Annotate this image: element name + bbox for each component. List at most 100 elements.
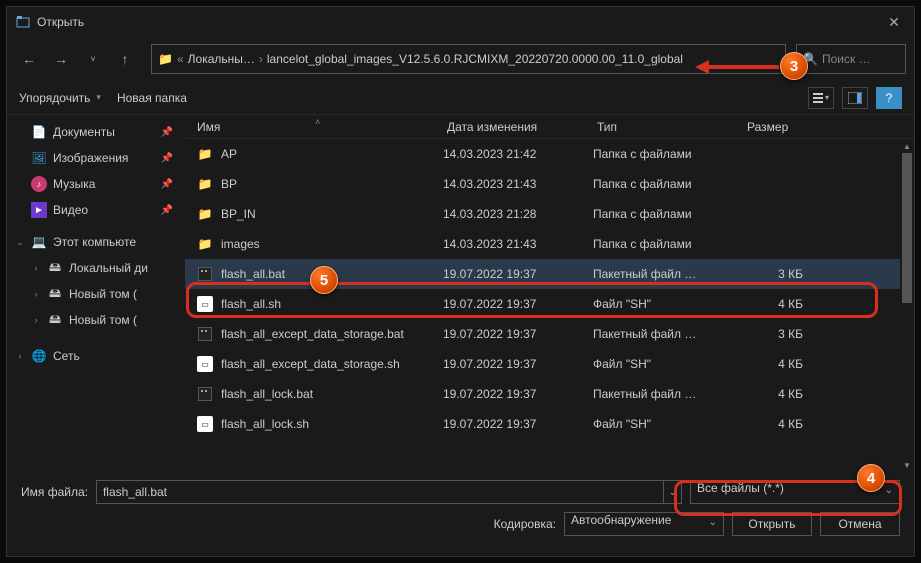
document-icon: 📄 <box>31 124 47 140</box>
folder-icon: 📁 <box>197 176 213 192</box>
encoding-select[interactable]: Автообнаружение ⌄ <box>564 512 724 536</box>
file-row[interactable]: 📁 AP14.03.2023 21:42Папка с файлами <box>185 139 914 169</box>
bottom-bar: Имя файла: ⌄ Все файлы (*.*) ⌄ Кодировка… <box>7 472 914 556</box>
close-button[interactable]: ✕ <box>874 7 914 37</box>
filename-dropdown[interactable]: ⌄ <box>664 480 682 504</box>
titlebar: Открыть ✕ <box>7 7 914 37</box>
filename-label: Имя файла: <box>21 485 88 499</box>
scrollbar-thumb[interactable] <box>902 153 912 303</box>
chevron-down-icon: ⌄ <box>709 517 717 528</box>
breadcrumb-part1[interactable]: Локальны… <box>188 52 255 66</box>
sidebar-item-localdrive[interactable]: ›🖴Локальный ди <box>7 255 185 281</box>
sidebar-item-newvol2[interactable]: ›🖴Новый том ( <box>7 307 185 333</box>
file-type: Файл "SH" <box>593 357 743 371</box>
filename-input[interactable] <box>96 480 664 504</box>
open-button[interactable]: Открыть <box>732 512 812 536</box>
file-date: 14.03.2023 21:42 <box>443 147 593 161</box>
file-row[interactable]: 📁images14.03.2023 21:43Папка с файлами <box>185 229 914 259</box>
sh-file-icon: ▭ <box>197 416 213 432</box>
file-row[interactable]: flash_all.bat19.07.2022 19:37Пакетный фа… <box>185 259 914 289</box>
col-type[interactable]: Тип <box>585 120 735 134</box>
preview-pane-button[interactable] <box>842 87 868 109</box>
bat-file-icon <box>197 266 213 282</box>
new-folder-button[interactable]: Новая папка <box>117 91 187 105</box>
sidebar-item-images[interactable]: 🖼Изображения📌 <box>7 145 185 171</box>
organize-menu[interactable]: Упорядочить <box>19 91 90 105</box>
file-date: 14.03.2023 21:28 <box>443 207 593 221</box>
col-size[interactable]: Размер <box>735 120 815 134</box>
back-button[interactable]: ← <box>15 45 43 73</box>
pin-icon: 📌 <box>161 153 173 164</box>
up-button[interactable]: ↑ <box>111 45 139 73</box>
cancel-button[interactable]: Отмена <box>820 512 900 536</box>
file-row[interactable]: 📁BP_IN14.03.2023 21:28Папка с файлами <box>185 199 914 229</box>
file-date: 14.03.2023 21:43 <box>443 177 593 191</box>
sh-file-icon: ▭ <box>197 356 213 372</box>
vertical-scrollbar[interactable]: ▲ ▼ <box>900 139 914 472</box>
file-row[interactable]: ▭flash_all_lock.sh19.07.2022 19:37Файл "… <box>185 409 914 439</box>
view-menu[interactable]: ▾ <box>808 87 834 109</box>
pin-icon: 📌 <box>161 179 173 190</box>
app-icon <box>15 14 31 30</box>
file-date: 19.07.2022 19:37 <box>443 357 593 371</box>
file-row[interactable]: ▭flash_all.sh19.07.2022 19:37Файл "SH"4 … <box>185 289 914 319</box>
folder-icon: 📁 <box>158 52 173 66</box>
file-row[interactable]: ▭ flash_all_except_data_storage.sh19.07.2… <box>185 349 914 379</box>
sidebar-item-newvol1[interactable]: ›🖴Новый том ( <box>7 281 185 307</box>
col-name[interactable]: Имя <box>185 120 435 134</box>
file-size: 3 КБ <box>743 327 813 341</box>
file-name: flash_all_except_data_storage.sh <box>221 357 443 371</box>
file-date: 14.03.2023 21:43 <box>443 237 593 251</box>
folder-icon: 📁 <box>197 206 213 222</box>
file-name: flash_all_lock.bat <box>221 387 443 401</box>
scroll-down-arrow[interactable]: ▼ <box>900 458 914 472</box>
recent-dropdown[interactable]: ˅ <box>79 45 107 73</box>
sidebar-item-thispc[interactable]: ⌄💻Этот компьюте <box>7 229 185 255</box>
drive-icon: 🖴 <box>47 312 63 328</box>
music-icon: ♪ <box>31 176 47 192</box>
file-date: 19.07.2022 19:37 <box>443 417 593 431</box>
video-icon: ► <box>31 202 47 218</box>
file-row[interactable]: flash_all_lock.bat19.07.2022 19:37Пакетн… <box>185 379 914 409</box>
col-date[interactable]: Дата изменения <box>435 120 585 134</box>
folder-icon: 📁 <box>197 236 213 252</box>
filename-field-wrap: ⌄ <box>96 480 682 504</box>
chevron-right-icon: › <box>31 263 41 273</box>
file-list[interactable]: 📁AP14.03.2023 21:42Папка с файлами📁BP14.… <box>185 139 914 472</box>
sidebar: 📄Документы📌 🖼Изображения📌 ♪Музыка📌 ►Виде… <box>7 115 185 472</box>
file-type: Папка с файлами <box>593 237 743 251</box>
window-title: Открыть <box>37 15 84 29</box>
folder-icon: 📁 <box>197 146 213 162</box>
sidebar-item-music[interactable]: ♪Музыка📌 <box>7 171 185 197</box>
forward-button[interactable]: → <box>47 45 75 73</box>
sh-file-icon: ▭ <box>197 296 213 312</box>
bat-file-icon <box>197 326 213 342</box>
file-name: BP <box>221 177 443 191</box>
sidebar-item-network[interactable]: ›🌐Сеть <box>7 343 185 369</box>
file-name: AP <box>221 147 443 161</box>
file-area: Имя ˄ Дата изменения Тип Размер 📁AP14.03… <box>185 115 914 472</box>
network-icon: 🌐 <box>31 348 47 364</box>
file-type: Пакетный файл … <box>593 267 743 281</box>
sidebar-item-documents[interactable]: 📄Документы📌 <box>7 119 185 145</box>
file-date: 19.07.2022 19:37 <box>443 387 593 401</box>
breadcrumb-part2[interactable]: lancelot_global_images_V12.5.6.0.RJCMIXM… <box>267 52 683 66</box>
scroll-up-arrow[interactable]: ▲ <box>900 139 914 153</box>
file-name: flash_all_lock.sh <box>221 417 443 431</box>
file-row[interactable]: flash_all_except_data_storage.bat19.07.2… <box>185 319 914 349</box>
file-type: Папка с файлами <box>593 147 743 161</box>
open-dialog: Открыть ✕ ← → ˅ ↑ 📁 « Локальны… › lancel… <box>6 6 915 557</box>
chevron-down-icon: ⌄ <box>15 237 25 248</box>
bat-file-icon <box>197 386 213 402</box>
address-bar[interactable]: 📁 « Локальны… › lancelot_global_images_V… <box>151 44 786 74</box>
search-box[interactable]: 🔍 Поиск … <box>796 44 906 74</box>
file-type: Пакетный файл … <box>593 387 743 401</box>
sidebar-item-video[interactable]: ►Видео📌 <box>7 197 185 223</box>
toolbar: Упорядочить ▾ Новая папка ▾ ? <box>7 81 914 115</box>
annotation-4: 4 <box>857 464 885 492</box>
annotation-5: 5 <box>310 266 338 294</box>
file-row[interactable]: 📁BP14.03.2023 21:43Папка с файлами <box>185 169 914 199</box>
encoding-label: Кодировка: <box>494 517 556 531</box>
drive-icon: 🖴 <box>47 260 63 276</box>
help-button[interactable]: ? <box>876 87 902 109</box>
